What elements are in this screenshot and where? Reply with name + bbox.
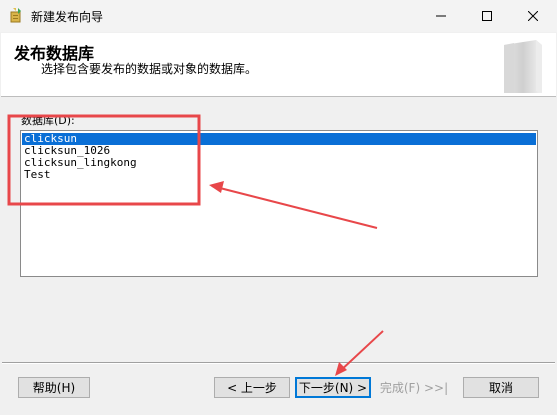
title-bar[interactable]: 新建发布向导 <box>0 0 557 32</box>
close-icon <box>528 11 538 21</box>
close-button[interactable] <box>510 0 556 32</box>
footer-divider-highlight <box>2 363 555 364</box>
minimize-button[interactable] <box>418 0 464 32</box>
page-subtitle: 选择包含要发布的数据或对象的数据库。 <box>41 62 258 76</box>
publish-wizard-window: 新建发布向导 发布数据库 选择包含要发布的数据或对象的数据库。 数据库(D): … <box>0 0 557 415</box>
list-item[interactable]: Test <box>22 169 536 181</box>
maximize-button[interactable] <box>464 0 510 32</box>
database-cylinder-graphic <box>496 37 548 95</box>
database-list-label: 数据库(D): <box>21 114 75 127</box>
maximize-icon <box>482 11 492 21</box>
finish-button[interactable]: 完成(F) >>| <box>376 377 452 398</box>
database-listbox[interactable]: clicksun clicksun_1026 clicksun_lingkong… <box>20 130 538 277</box>
next-button[interactable]: 下一步(N) > <box>295 377 371 398</box>
help-button[interactable]: 帮助(H) <box>18 377 90 398</box>
minimize-icon <box>436 15 446 17</box>
wizard-app-icon <box>8 7 24 23</box>
cancel-button[interactable]: 取消 <box>463 377 539 398</box>
previous-button[interactable]: < 上一步 <box>214 377 290 398</box>
annotation-arrow-icon <box>335 330 384 376</box>
window-title: 新建发布向导 <box>31 10 104 24</box>
list-item[interactable]: clicksun_lingkong <box>22 157 536 169</box>
wizard-header: 发布数据库 选择包含要发布的数据或对象的数据库。 <box>1 33 556 97</box>
